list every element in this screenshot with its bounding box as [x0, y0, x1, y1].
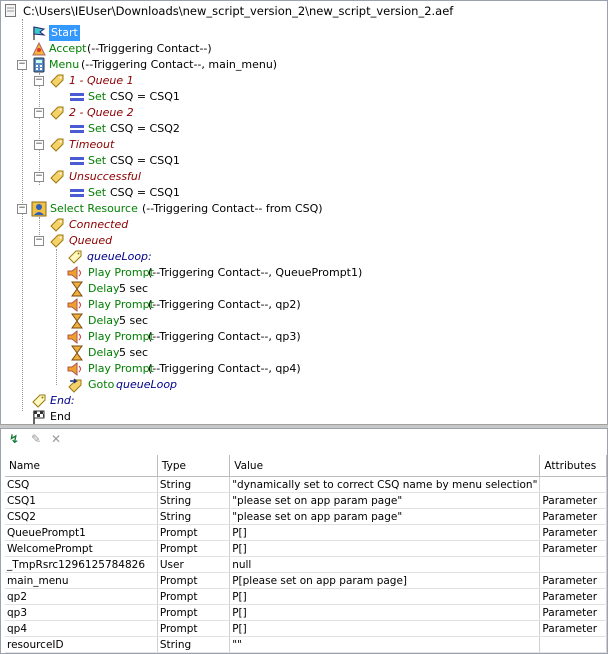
table-row[interactable]: qp4 Prompt P[] Parameter	[5, 620, 607, 637]
table-row[interactable]: WelcomePrompt Prompt P[] Parameter	[5, 540, 607, 557]
table-row[interactable]: qp3 Prompt P[] Parameter	[5, 604, 607, 621]
script-path: C:\Users\IEUser\Downloads\new_script_ver…	[23, 4, 454, 18]
set-equals-icon	[70, 157, 84, 165]
table-row[interactable]: qp2 Prompt P[] Parameter	[5, 588, 607, 605]
table-row[interactable]: QueuePrompt1 Prompt P[] Parameter	[5, 524, 607, 541]
hourglass-icon	[71, 345, 83, 361]
table-row[interactable]: main_menu Prompt P[please set on app param…	[5, 572, 607, 589]
speaker-icon	[67, 265, 81, 281]
branch-tag-icon	[50, 74, 64, 88]
menu-phone-icon	[33, 57, 45, 73]
collapse-timeout-toggle[interactable]: −	[34, 140, 44, 150]
branch-tag-icon	[50, 234, 64, 248]
branch-tag-icon	[50, 138, 64, 152]
speaker-icon	[67, 297, 81, 313]
script-path-row: C:\Users\IEUser\Downloads\new_script_ver…	[1, 1, 607, 19]
checkered-flag-icon	[33, 410, 45, 424]
table-row[interactable]: CSQ2 String "please set on app param page"…	[5, 508, 607, 525]
label-tag-icon	[68, 250, 82, 264]
column-header-name[interactable]: Name	[5, 455, 158, 477]
column-header-value[interactable]: Value	[229, 455, 541, 477]
table-row[interactable]: CSQ1 String "please set on app param page"…	[5, 492, 607, 509]
goto-arrow-icon	[68, 378, 82, 393]
column-header-type[interactable]: Type	[157, 455, 231, 477]
table-row[interactable]: _TmpRsrc1296125784826 User null	[5, 556, 607, 573]
variables-table: Name Type Value Attributes CSQ String "dyn…	[5, 455, 607, 653]
collapse-queue1-toggle[interactable]: −	[34, 76, 44, 86]
script-tree-panel[interactable]: C:\Users\IEUser\Downloads\new_script_ver…	[0, 0, 608, 425]
accept-icon	[32, 41, 46, 56]
collapse-menu-toggle[interactable]: −	[17, 60, 27, 70]
collapse-queued-toggle[interactable]: −	[34, 236, 44, 246]
hourglass-icon	[71, 313, 83, 329]
set-equals-icon	[70, 189, 84, 197]
collapse-unsuccessful-toggle[interactable]: −	[34, 172, 44, 182]
label-tag-icon	[32, 394, 46, 408]
hourglass-icon	[71, 281, 83, 297]
variables-panel: ↯ ✎ ✕ Name Type Value Attributes CSQ Stri…	[0, 428, 608, 654]
set-equals-icon	[70, 125, 84, 133]
speaker-icon	[67, 361, 81, 377]
branch-tag-icon	[50, 218, 64, 232]
branch-tag-icon	[50, 170, 64, 184]
tree-line	[56, 249, 57, 385]
table-header-row: Name Type Value Attributes	[5, 455, 607, 477]
variables-toolbar: ↯ ✎ ✕	[1, 429, 607, 449]
tree-line	[39, 73, 40, 185]
script-document-icon	[5, 4, 16, 17]
branch-tag-icon	[50, 106, 64, 120]
column-header-attributes[interactable]: Attributes	[539, 455, 607, 477]
start-flag-icon	[33, 26, 46, 40]
collapse-select-resource-toggle[interactable]: −	[17, 204, 27, 214]
edit-variable-icon[interactable]: ✎	[29, 432, 43, 446]
set-equals-icon	[70, 93, 84, 101]
tree-line	[22, 19, 23, 411]
select-resource-agent-icon	[31, 201, 47, 217]
collapse-queue2-toggle[interactable]: −	[34, 108, 44, 118]
delete-variable-icon[interactable]: ✕	[49, 432, 63, 446]
table-row[interactable]: CSQ String "dynamically set to correct CSQ…	[5, 476, 607, 493]
new-variable-icon[interactable]: ↯	[7, 432, 21, 446]
table-row[interactable]: resourceID String ""	[5, 636, 607, 653]
speaker-icon	[67, 329, 81, 345]
